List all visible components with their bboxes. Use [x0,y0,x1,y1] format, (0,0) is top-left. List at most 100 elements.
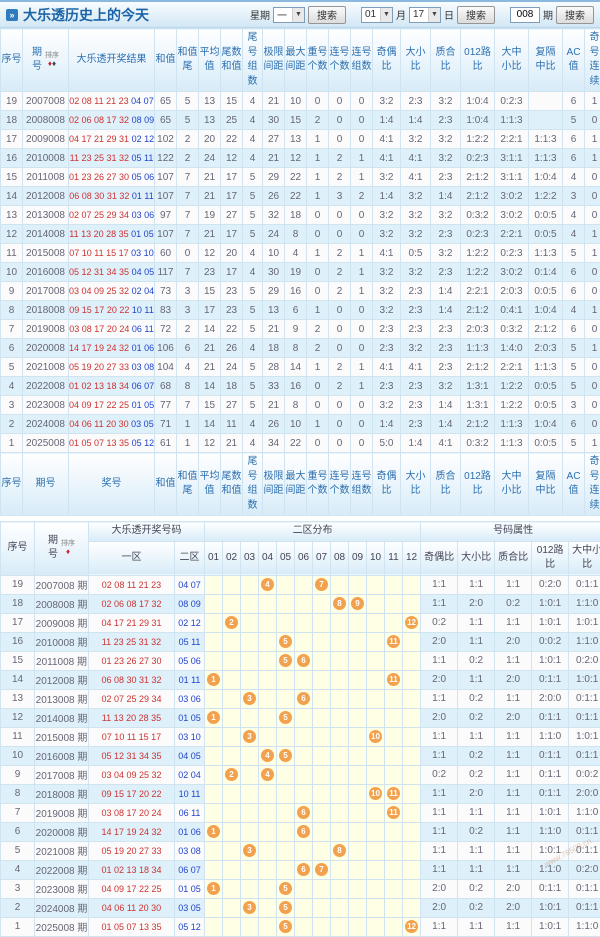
stat-cell: 1 [585,244,600,263]
front-numbers-cell: 04 17 21 29 31 [89,613,175,632]
attr-cell: 2:0 [458,784,495,803]
zone-dist-cell [277,822,295,841]
table-row: 5202100805 19 20 27 33 03 08104421245281… [1,358,600,377]
zone-dist-cell [259,613,277,632]
table-row: 142012008 期06 08 30 31 3201 111112:01:12… [1,670,600,689]
table-row: 1202500801 05 07 13 35 05 12611122143422… [1,434,600,453]
zone-dist-cell [403,594,421,613]
attr-cell: 1:0:1 [569,670,600,689]
t1-footer-col-header: 复隔 中比 [529,453,563,516]
result-cell: 07 10 11 15 17 03 10 [69,244,155,263]
stat-cell: 3:0:2 [495,263,529,282]
zone-dist-cell [223,803,241,822]
issue-search-button[interactable]: 搜索 [556,6,594,24]
front-numbers-cell: 09 15 17 20 22 [89,784,175,803]
attr-cell: 0:0:2 [532,632,569,651]
t1-footer-col-header: 和值 [155,453,177,516]
zone-dist-cell [403,651,421,670]
stat-cell: 15 [285,111,307,130]
zone-dist-cell [223,898,241,917]
stat-cell: 1 [177,415,199,434]
stat-cell: 18 [221,377,243,396]
stat-cell: 2:3 [373,377,401,396]
attr-cell: 1:0:1 [532,613,569,632]
zone-dist-cell: 11 [385,803,403,822]
attr-cell: 1:1 [495,822,532,841]
stat-cell: 4 [243,339,263,358]
front-numbers: 14 17 19 24 32 [69,343,129,353]
stat-cell: 4:1 [401,149,431,168]
zone-dist-cell [331,822,349,841]
period-cell: 2010008 [23,149,69,168]
seq-cell: 3 [1,879,35,898]
stat-cell: 3 [563,396,585,415]
zone-dist-cell [295,594,313,613]
issue-input[interactable] [510,7,540,23]
table-row: 15201100801 23 26 27 30 05 0610772117529… [1,168,600,187]
seq-cell: 19 [1,92,23,111]
zone-dist-cell [223,784,241,803]
back-numbers-cell: 10 11 [175,784,205,803]
zone-dist-cell: 3 [241,898,259,917]
stat-cell: 0:3:2 [461,434,495,453]
stat-cell [529,111,563,130]
date-search-button[interactable]: 搜索 [457,6,495,24]
table-row: 7201900803 08 17 20 24 06 11722142252192… [1,320,600,339]
stat-cell: 19 [199,206,221,225]
t1-col-header: 奇号 连续 [585,29,600,92]
stat-cell: 1:2:2 [495,396,529,415]
stat-cell: 4 [243,434,263,453]
sort-control[interactable]: 排序♦♦ [45,52,59,69]
week-select[interactable]: 一▼ [273,7,305,23]
sort-control[interactable]: 排序♦ [61,540,75,557]
stat-cell: 7 [177,225,199,244]
stat-cell: 0 [585,168,600,187]
seq-cell: 5 [1,841,35,860]
table-row: 18200800802 06 08 17 32 08 0965513254301… [1,111,600,130]
stat-cell: 71 [155,415,177,434]
zone-dist-cell [367,898,385,917]
zone-dist-cell [313,632,331,651]
zone-dist-cell [385,575,403,594]
zone-dist-cell [205,651,223,670]
zone-dist-cell [313,898,331,917]
stat-cell: 5 [563,339,585,358]
stat-cell: 1 [351,244,373,263]
back-number-ball: 3 [243,844,256,857]
sort-diamond-dark-icon[interactable]: ♦ [52,59,56,68]
stat-cell: 4 [563,206,585,225]
back-numbers: 04 07 [129,96,154,106]
stat-cell: 22 [221,320,243,339]
attr-cell: 1:1 [458,670,495,689]
zone-dist-cell [205,727,223,746]
stat-cell: 19 [285,263,307,282]
attr-cell: 0:0:2 [569,765,600,784]
week-search-button[interactable]: 搜索 [308,6,346,24]
month-select[interactable]: 01▼ [361,7,393,23]
back-numbers: 06 07 [129,381,154,391]
stat-cell: 1 [585,434,600,453]
stat-cell: 2 [329,149,351,168]
stat-cell: 4 [177,358,199,377]
table-row: 19200700802 08 11 21 23 04 0765513154211… [1,92,600,111]
seq-cell: 16 [1,632,35,651]
back-number-ball: 5 [279,711,292,724]
back-number-ball: 5 [279,920,292,933]
stat-cell: 0 [351,206,373,225]
zone-dist-cell [205,917,223,936]
stat-cell: 0 [177,244,199,263]
t1-footer-col-header: 奇号 连续 [585,453,600,516]
day-select[interactable]: 17▼ [409,7,441,23]
stat-cell: 2:2:1 [461,282,495,301]
table-row: 182008008 期02 06 08 17 3208 09891:12:00:… [1,594,600,613]
period-cell: 2022008 [23,377,69,396]
front-numbers-cell: 02 08 11 21 23 [89,575,175,594]
sort-diamond-red-icon[interactable]: ♦ [66,547,70,556]
zone-dist-cell [259,708,277,727]
zone-dist-cell [241,746,259,765]
stat-cell: 2:3 [431,320,461,339]
stat-cell: 122 [155,149,177,168]
t2-header-row-2: 一区二区010203040506070809101112奇偶比大小比质合比012… [1,541,600,575]
stat-cell: 5 [563,111,585,130]
t1-footer-col-header: 极限 间距 [263,453,285,516]
